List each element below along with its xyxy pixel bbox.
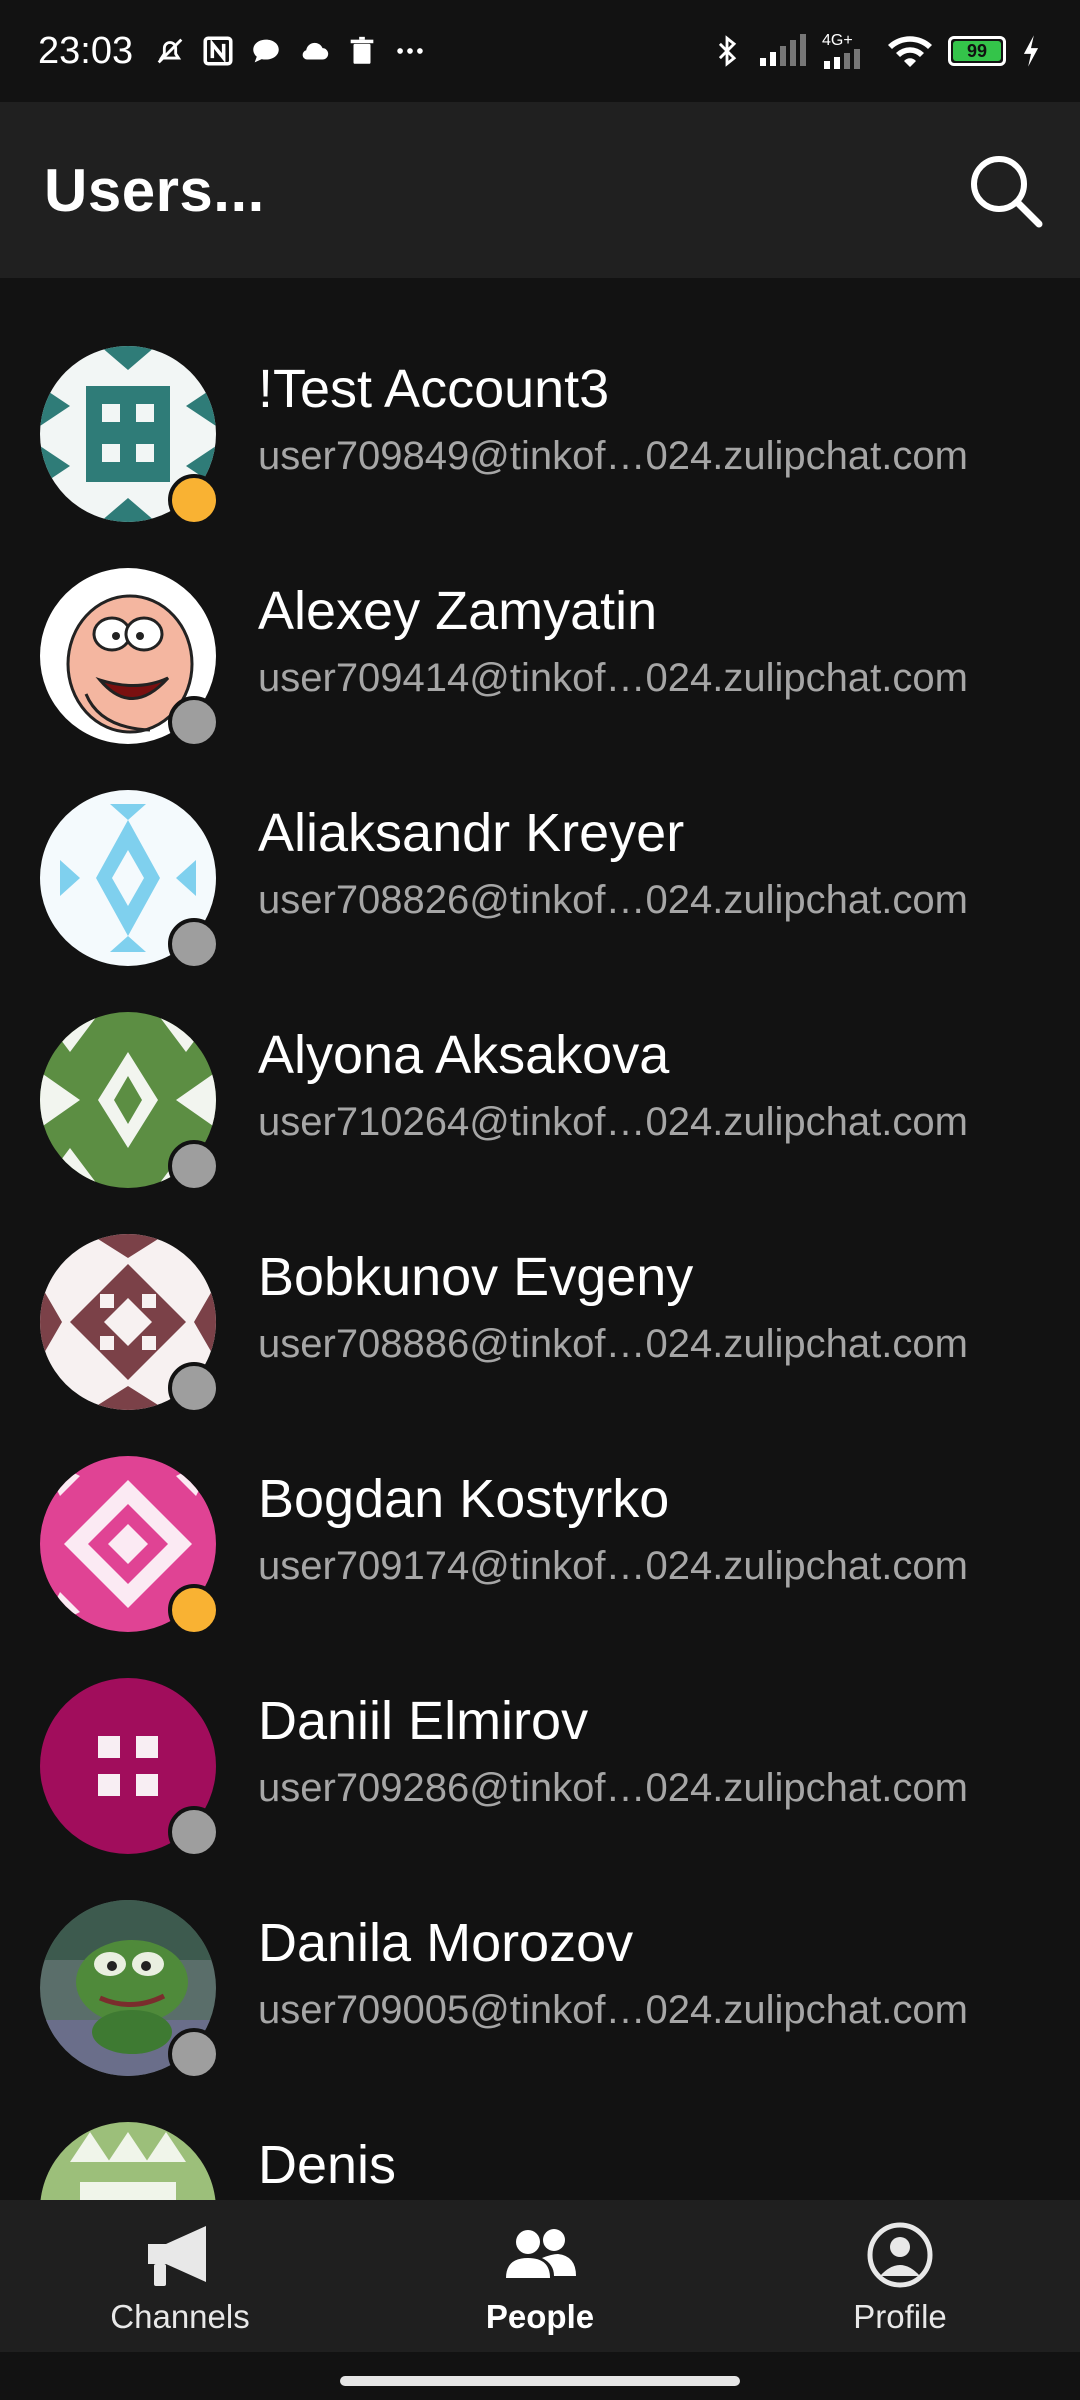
signal-icon	[760, 34, 806, 66]
profile-icon	[867, 2222, 933, 2288]
user-list-item[interactable]: Alyona Aksakova user710264@tinkof…024.zu…	[0, 944, 1080, 1192]
nfc-icon	[203, 36, 233, 66]
user-email: user709174@tinkof…024.zulipchat.com	[258, 1544, 968, 1588]
network-indicator: 4G+	[822, 33, 872, 69]
nav-channels[interactable]: Channels	[0, 2200, 360, 2352]
user-list-item[interactable]: Danila Morozov user709005@tinkof…024.zul…	[0, 1832, 1080, 2080]
nav-people-label: People	[485, 2298, 595, 2335]
user-name: Bobkunov Evgeny	[258, 1247, 694, 1307]
user-list-item[interactable]: Denis	[0, 2054, 1080, 2200]
trash-icon	[350, 36, 374, 64]
avatar-container	[40, 1234, 220, 1414]
user-list-item[interactable]: Bogdan Kostyrko user709174@tinkof…024.zu…	[0, 1388, 1080, 1636]
user-email: user710264@tinkof…024.zulipchat.com	[258, 1100, 968, 1144]
battery-level: 99	[953, 41, 1001, 61]
user-name: Danila Morozov	[258, 1913, 634, 1973]
avatar-container	[40, 1900, 220, 2080]
network-label: 4G+	[822, 32, 853, 49]
status-left: 23:03	[38, 30, 427, 73]
nav-channels-label: Channels	[110, 2298, 250, 2335]
avatar-container	[40, 568, 220, 748]
battery-indicator: 99	[948, 36, 1006, 66]
wifi-icon	[888, 36, 932, 67]
user-name: Aliaksandr Kreyer	[258, 803, 685, 863]
app-bar: Users...	[0, 102, 1080, 278]
avatar-container	[40, 2122, 216, 2200]
charging-icon	[1023, 35, 1039, 67]
search-button[interactable]	[960, 145, 1050, 235]
signal-icon-2	[824, 49, 860, 69]
status-right: 4G+ 99	[710, 33, 1042, 69]
user-name: Bogdan Kostyrko	[258, 1469, 670, 1529]
bluetooth-icon	[718, 35, 737, 67]
chat-icon	[253, 39, 279, 63]
avatar	[40, 2122, 216, 2200]
user-email: user708826@tinkof…024.zulipchat.com	[258, 878, 968, 922]
avatar-container	[40, 1012, 220, 1192]
user-list-item[interactable]: Alexey Zamyatin user709414@tinkof…024.zu…	[0, 500, 1080, 748]
more-icon	[397, 48, 423, 54]
user-name: Daniil Elmirov	[258, 1691, 589, 1751]
user-email: user709286@tinkof…024.zulipchat.com	[258, 1766, 968, 1810]
nav-people[interactable]: People	[360, 2200, 720, 2352]
status-bar: 23:03 4G+ 99	[0, 0, 1080, 102]
avatar-container	[40, 1678, 220, 1858]
user-email: user709849@tinkof…024.zulipchat.com	[258, 434, 968, 478]
user-list[interactable]: !Test Account3 user709849@tinkof…024.zul…	[0, 278, 1080, 2200]
user-name: Denis	[258, 2135, 397, 2195]
user-name: Alyona Aksakova	[258, 1025, 670, 1085]
bell-off-icon	[157, 38, 183, 64]
user-email: user709414@tinkof…024.zulipchat.com	[258, 656, 968, 700]
status-time: 23:03	[38, 29, 134, 72]
user-list-item[interactable]: Daniil Elmirov user709286@tinkof…024.zul…	[0, 1610, 1080, 1858]
nav-profile[interactable]: Profile	[720, 2200, 1080, 2352]
user-list-item[interactable]: Bobkunov Evgeny user708886@tinkof…024.zu…	[0, 1166, 1080, 1414]
page-title: Users...	[44, 156, 265, 224]
user-name: Alexey Zamyatin	[258, 581, 658, 641]
bottom-navigation: Channels People Profile	[0, 2200, 1080, 2352]
user-name: !Test Account3	[258, 359, 610, 419]
search-icon	[971, 156, 1043, 228]
nav-profile-label: Profile	[853, 2298, 947, 2335]
home-indicator[interactable]	[340, 2376, 740, 2386]
cloud-icon	[302, 42, 329, 60]
user-email: user708886@tinkof…024.zulipchat.com	[258, 1322, 968, 1366]
avatar-image	[40, 2122, 216, 2200]
megaphone-icon	[148, 2226, 206, 2286]
user-list-item[interactable]: Aliaksandr Kreyer user708826@tinkof…024.…	[0, 722, 1080, 970]
user-email: user709005@tinkof…024.zulipchat.com	[258, 1988, 968, 2032]
avatar-container	[40, 790, 220, 970]
people-icon	[506, 2229, 576, 2278]
user-list-item[interactable]: !Test Account3 user709849@tinkof…024.zul…	[0, 278, 1080, 526]
avatar-container	[40, 346, 220, 526]
gesture-area	[0, 2352, 1080, 2400]
avatar-container	[40, 1456, 220, 1636]
